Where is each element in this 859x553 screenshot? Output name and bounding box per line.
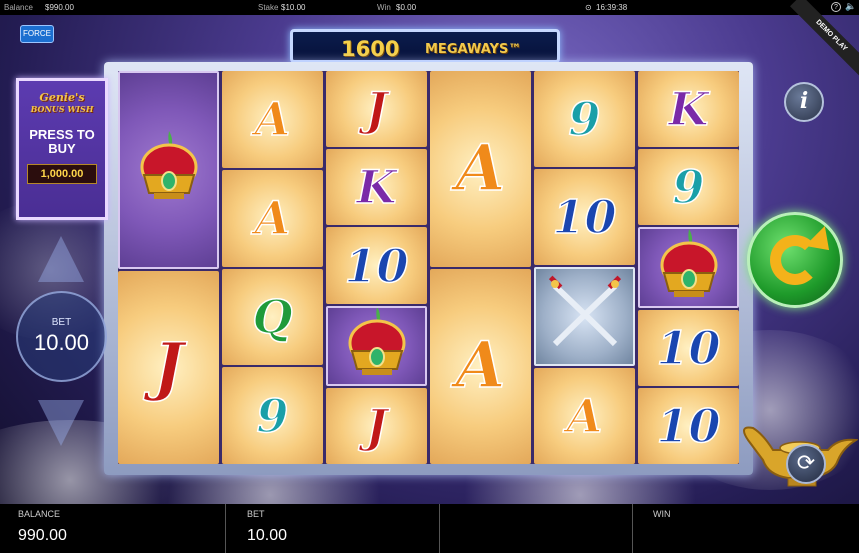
- symbol-cell: [118, 71, 219, 269]
- crown-icon: [342, 307, 412, 384]
- press-line-1: PRESS TO: [29, 127, 95, 142]
- win-label: Win: [377, 3, 391, 12]
- bet-display[interactable]: BET 10.00: [16, 291, 107, 382]
- status-bar: Balance $990.00 Stake $10.00 Win $0.00 ⊙…: [0, 0, 859, 15]
- symbol-label: J: [365, 398, 388, 453]
- symbol-cell: 10: [638, 309, 739, 386]
- symbol-label: 10: [656, 398, 722, 453]
- reel-5: 9 10 A: [534, 71, 635, 464]
- bet-value: 10.00: [33, 330, 90, 355]
- symbol-cell: J: [118, 270, 219, 464]
- symbol-cell: 9: [222, 367, 323, 464]
- reel-1: J: [118, 71, 219, 464]
- symbol-cell: J: [326, 387, 427, 465]
- symbol-cell: A: [534, 368, 635, 464]
- clock-time: 16:39:38: [596, 3, 628, 12]
- autoplay-icon: ⟳: [796, 450, 816, 475]
- info-button[interactable]: i: [784, 82, 824, 122]
- symbol-cell: 10: [638, 387, 739, 465]
- symbol-label: 10: [656, 320, 722, 375]
- crown-icon: [654, 229, 724, 305]
- balance-section: BALANCE 990.00: [0, 504, 226, 553]
- reel-3: J K 10 J: [326, 71, 427, 465]
- symbol-label: 9: [568, 91, 602, 146]
- symbol-cell: [534, 266, 635, 367]
- win-value: $0.00: [396, 3, 417, 12]
- crown-icon: [134, 127, 204, 212]
- bonus-subtitle: BONUS WISH: [30, 104, 94, 114]
- symbol-cell: A: [430, 71, 531, 267]
- symbol-cell: A: [222, 169, 323, 267]
- clock-icon: ⊙: [585, 3, 592, 12]
- symbol-cell: [638, 227, 739, 308]
- logo-text: MEGAWAYS™: [425, 42, 522, 57]
- reel-frame: J A A Q 9 J K 10 J A A 9 10 A K 9 10 10: [104, 62, 753, 475]
- symbol-label: K: [668, 82, 709, 137]
- sound-icon[interactable]: 🔈: [845, 2, 856, 12]
- reel-grid: J A A Q 9 J K 10 J A A 9 10 A K 9 10 10: [118, 71, 739, 465]
- bonus-price: 1,000.00: [27, 164, 97, 184]
- symbol-label: A: [254, 92, 291, 147]
- win-section: WIN: [635, 504, 859, 553]
- symbol-cell: 9: [638, 149, 739, 226]
- symbol-cell: 10: [534, 168, 635, 265]
- symbol-cell: 9: [534, 71, 635, 167]
- autoplay-button[interactable]: ⟳: [786, 444, 826, 484]
- bet-increase-arrow-icon[interactable]: [38, 236, 84, 282]
- symbol-label: J: [365, 82, 388, 137]
- win-label: WIN: [653, 509, 671, 519]
- spin-button[interactable]: [747, 212, 843, 308]
- symbol-label: 9: [672, 160, 706, 215]
- symbol-label: 9: [256, 388, 290, 443]
- bonus-buy-panel[interactable]: Genie's BONUS WISH PRESS TO BUY 1,000.00: [16, 78, 108, 220]
- crossed-swords-icon: [545, 274, 625, 359]
- bottom-info-bar: BALANCE 990.00 BET 10.00 WIN: [0, 504, 859, 553]
- symbol-label: 10: [344, 238, 410, 293]
- press-to-buy-text: PRESS TO BUY: [19, 128, 105, 156]
- symbol-cell: K: [638, 71, 739, 148]
- stake-label: Stake: [258, 3, 279, 12]
- bonus-title: Genie's: [39, 91, 85, 104]
- logo-number: 1600: [341, 37, 400, 61]
- symbol-label: A: [566, 389, 603, 444]
- symbol-cell: A: [430, 268, 531, 464]
- symbol-cell: [326, 305, 427, 386]
- bet-label: BET: [247, 509, 265, 519]
- symbol-label: J: [153, 329, 185, 405]
- reel-2: AAQ9: [222, 71, 323, 464]
- symbol-label: A: [455, 130, 506, 206]
- symbol-label: 10: [552, 189, 618, 244]
- reel-6: K 9 10 10: [638, 71, 739, 465]
- balance-value: 990.00: [18, 527, 67, 544]
- bet-value: 10.00: [247, 527, 288, 544]
- balance-label: Balance: [4, 3, 33, 12]
- press-line-2: BUY: [48, 141, 76, 156]
- symbol-cell: Q: [222, 268, 323, 366]
- reel-4: AA: [430, 71, 531, 464]
- symbol-label: A: [254, 191, 291, 246]
- stake-value: $10.00: [281, 3, 306, 12]
- symbol-label: Q: [252, 289, 294, 344]
- balance-value: $990.00: [45, 3, 74, 12]
- symbol-cell: J: [326, 71, 427, 148]
- symbol-cell: K: [326, 149, 427, 226]
- bet-section: BET 10.00: [229, 504, 440, 553]
- symbol-cell: A: [222, 71, 323, 168]
- megaways-logo: 1600 MEGAWAYS™: [290, 29, 560, 63]
- bet-decrease-arrow-icon[interactable]: [38, 400, 84, 446]
- bet-label: BET: [51, 317, 72, 328]
- symbol-label: A: [455, 328, 506, 404]
- help-icon[interactable]: ?: [831, 2, 841, 12]
- blank-section: [441, 504, 633, 553]
- balance-label: BALANCE: [18, 509, 61, 519]
- force-button[interactable]: FORCE: [20, 25, 54, 43]
- game-stage: Balance $990.00 Stake $10.00 Win $0.00 ⊙…: [0, 0, 859, 553]
- symbol-label: K: [356, 160, 397, 215]
- symbol-cell: 10: [326, 227, 427, 304]
